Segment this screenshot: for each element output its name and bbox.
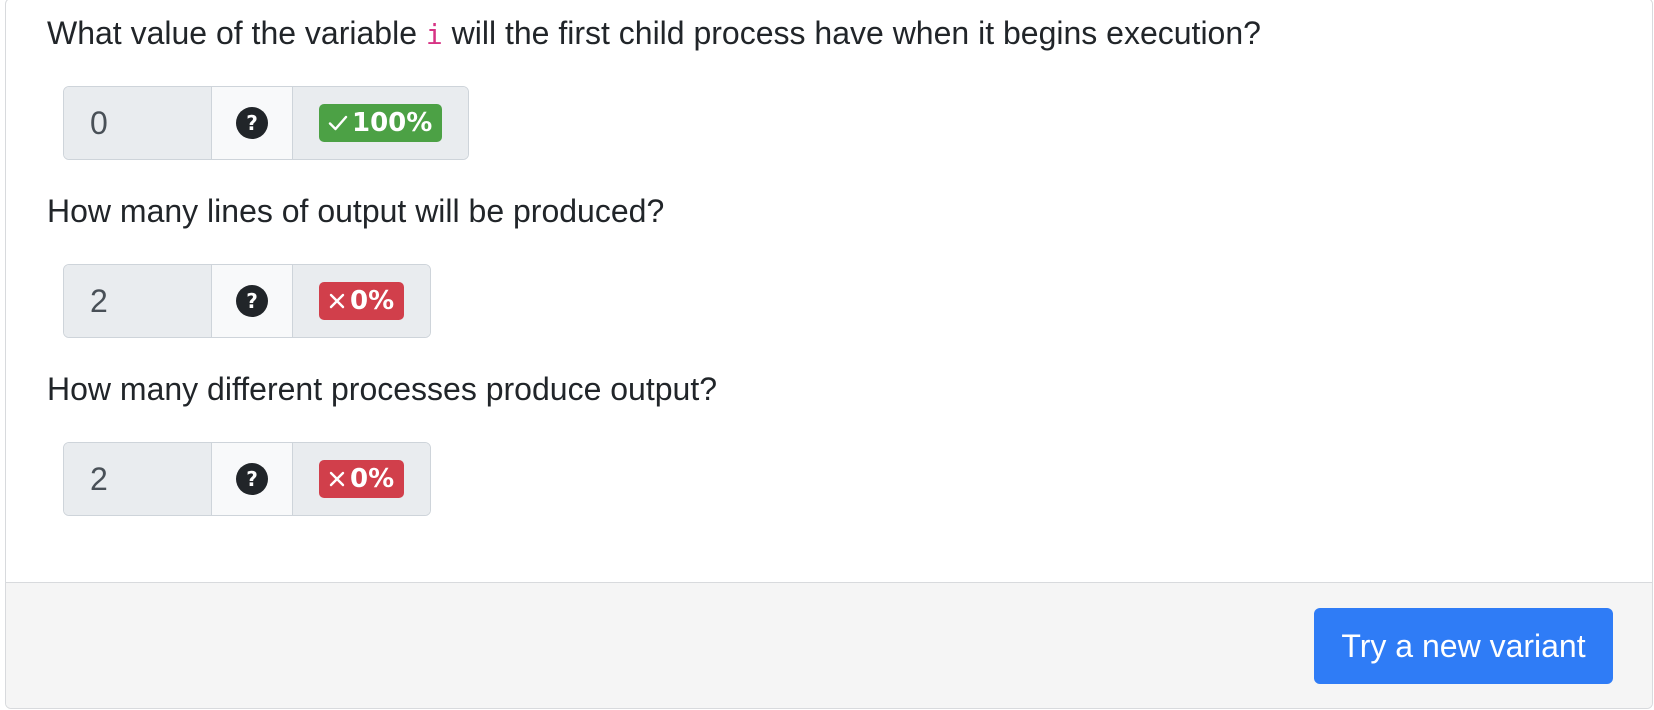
score-badge-3: 0% xyxy=(319,460,405,498)
variable-code: i xyxy=(425,18,443,51)
answer-input-3[interactable] xyxy=(64,443,212,515)
question-circle-icon: ? xyxy=(236,463,268,495)
question-circle-icon: ? xyxy=(236,285,268,317)
score-text-1: 100% xyxy=(352,108,433,138)
score-cell-1: 100% xyxy=(293,87,469,159)
score-badge-1: 100% xyxy=(319,104,443,142)
check-icon xyxy=(328,115,348,131)
try-new-variant-button[interactable]: Try a new variant xyxy=(1314,608,1613,684)
question-1-text: What value of the variable i will the fi… xyxy=(47,15,1261,51)
score-cell-2: 0% xyxy=(293,265,431,337)
score-text-3: 0% xyxy=(350,464,395,494)
question-body: What value of the variable i will the fi… xyxy=(6,0,1652,582)
answer-group-2: ? 0% xyxy=(63,264,432,338)
answer-input-1[interactable] xyxy=(64,87,212,159)
help-button-2[interactable]: ? xyxy=(212,265,293,337)
card-footer: Try a new variant xyxy=(6,582,1652,708)
x-icon xyxy=(329,471,345,487)
score-text-2: 0% xyxy=(350,286,395,316)
answer-input-2[interactable] xyxy=(64,265,212,337)
question-circle-icon: ? xyxy=(236,107,268,139)
x-icon xyxy=(329,293,345,309)
question-3-text: How many different processes produce out… xyxy=(47,371,718,407)
help-button-1[interactable]: ? xyxy=(212,87,293,159)
question-card: What value of the variable i will the fi… xyxy=(5,0,1653,709)
score-cell-3: 0% xyxy=(293,443,431,515)
help-button-3[interactable]: ? xyxy=(212,443,293,515)
answer-group-1: ? 100% xyxy=(63,86,470,160)
answer-group-3: ? 0% xyxy=(63,442,432,516)
score-badge-2: 0% xyxy=(319,282,405,320)
question-2-text: How many lines of output will be produce… xyxy=(47,193,665,229)
